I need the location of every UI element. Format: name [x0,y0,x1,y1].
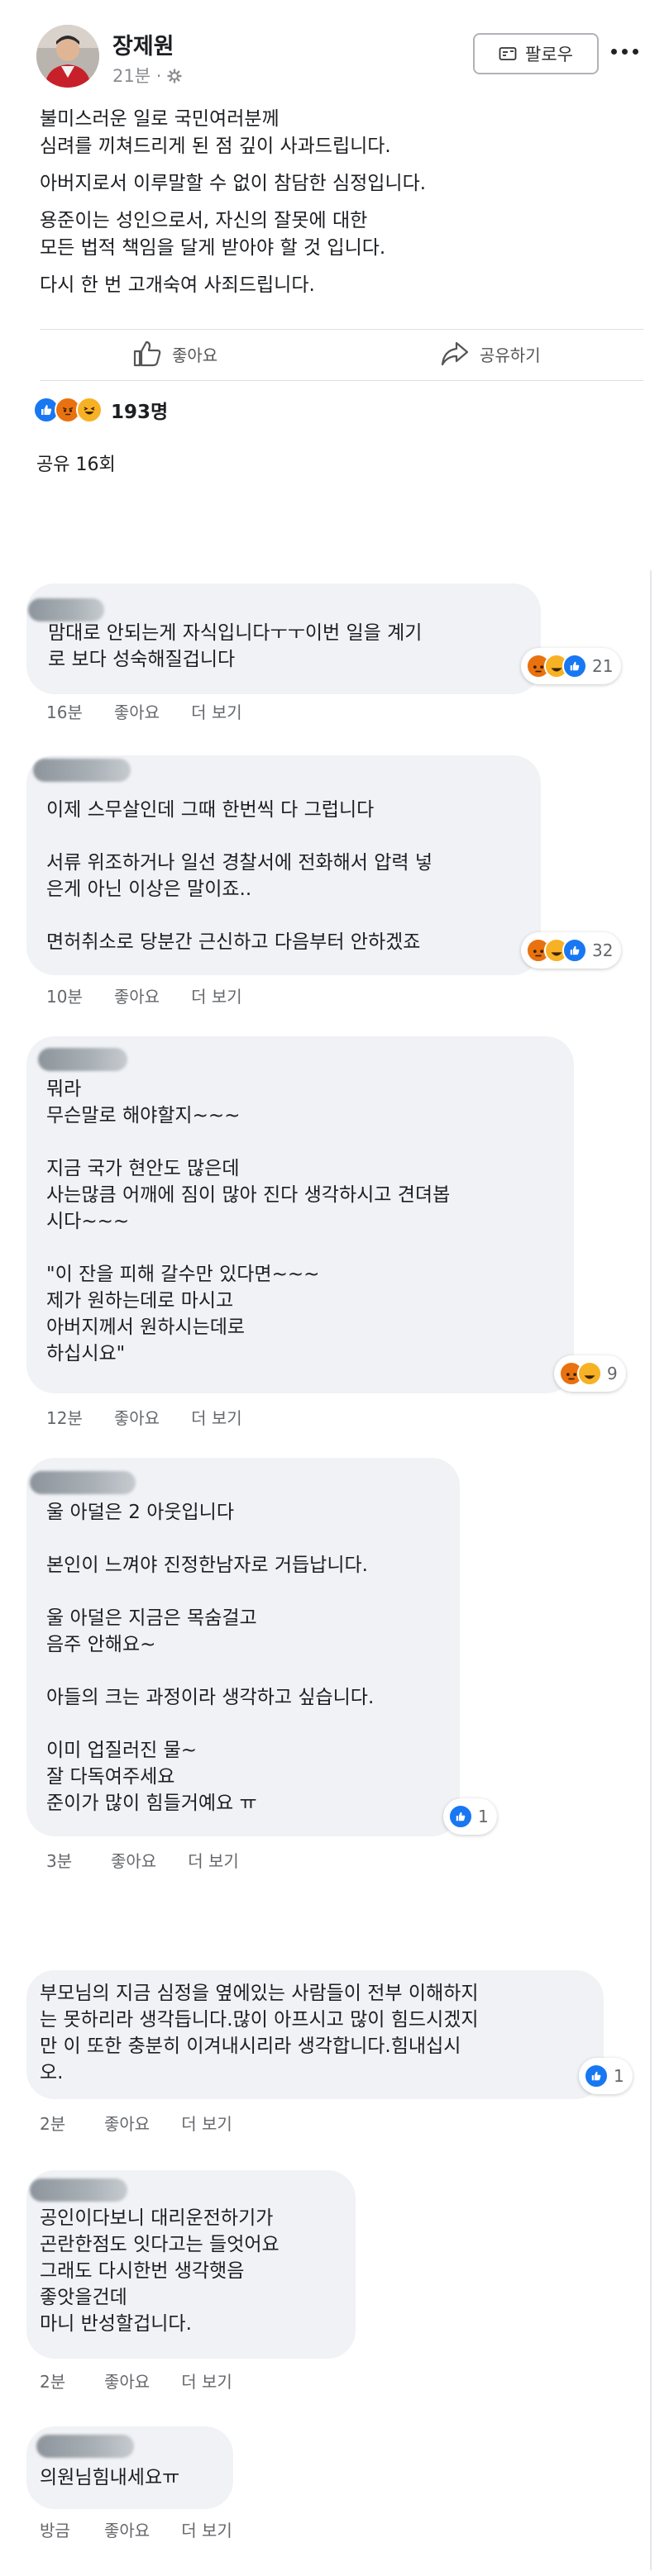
comment-text: 의원님힘내세요ㅠ [40,2467,180,2488]
comment-more-button[interactable]: 더 보기 [191,1405,242,1429]
reaction-count: 1 [478,1807,489,1826]
share-count[interactable]: 공유 16회 [36,450,116,476]
follow-label: 팔로우 [525,45,573,64]
share-button[interactable]: 공유하기 [440,329,541,379]
reaction-count: 193명 [111,402,169,423]
thumbs-up-icon [133,340,161,367]
share-label: 공유하기 [480,345,541,365]
comment-more-button[interactable]: 더 보기 [191,699,242,723]
comment-age[interactable]: 3분 [46,1848,79,1872]
comment-text: 울 아덜은 2 아웃입니다 본인이 느껴야 진정한남자로 거듭납니다. 울 아덜… [46,1502,375,1814]
divider [40,380,643,381]
like-reaction-icon [584,2064,609,2088]
post-time[interactable]: 21분 · [112,66,167,86]
comment-reactions[interactable]: 32 [521,932,622,969]
comment-age[interactable]: 2분 [40,2111,73,2135]
comment-like-button[interactable]: 좋아요 [111,1848,156,1872]
divider [40,329,643,330]
comment-age[interactable]: 16분 [46,699,83,723]
reaction-count: 32 [592,940,614,960]
follow-button[interactable]: 팔로우 [473,33,599,74]
comment-age[interactable]: 10분 [46,983,83,1007]
comment-text: 뭐라 무슨말로 해야할지~~~ 지금 국가 현안도 많은데 사는많큼 어깨에 짐… [46,1078,451,1364]
comment-reactions[interactable]: 1 [443,1798,497,1835]
like-label: 좋아요 [172,345,218,365]
comment-actions: 2분 좋아요 더 보기 [40,2369,232,2393]
comment-age[interactable]: 12분 [46,1405,83,1429]
commenter-name-redacted[interactable] [28,598,104,621]
comment-like-button[interactable]: 좋아요 [104,2369,150,2393]
share-icon [441,341,469,366]
thread-divider [650,570,652,2570]
post-paragraph: 용준이는 성인으로서, 자신의 잘못에 대한 모든 법적 책임을 달게 받아야 … [40,210,386,259]
comment-like-button[interactable]: 좋아요 [114,1405,160,1429]
commenter-name-redacted[interactable] [30,2178,127,2202]
post-paragraph: 불미스러운 일로 국민여러분께 심려를 끼쳐드리게 된 점 깊이 사과드립니다. [40,108,391,157]
comment-reactions[interactable]: 9 [554,1355,626,1392]
comment-actions: 10분 좋아요 더 보기 [46,983,242,1007]
reactions-summary[interactable]: 193명 [33,392,168,428]
like-reaction-icon [562,654,587,679]
comment-actions: 3분 좋아요 더 보기 [46,1848,239,1872]
avatar-photo [36,25,99,88]
reaction-count: 21 [592,656,614,676]
comment-actions: 2분 좋아요 더 보기 [40,2111,232,2135]
like-button[interactable]: 좋아요 [132,329,217,379]
comment-reactions[interactable]: 21 [521,648,622,684]
comment-actions: 16분 좋아요 더 보기 [46,699,242,723]
author-name[interactable]: 장제원 [112,28,174,60]
post-paragraph: 다시 한 번 고개숙여 사죄드립니다. [40,274,315,296]
post-paragraph: 아버지로서 이루말할 수 없이 참담한 심정입니다. [40,173,427,194]
comment-text: 이제 스무살인데 그때 한번씩 다 그럽니다 서류 위조하거나 일선 경찰서에 … [46,799,433,953]
comment-like-button[interactable]: 좋아요 [104,2517,150,2541]
like-reaction-icon [448,1804,473,1829]
comment-actions: 12분 좋아요 더 보기 [46,1405,242,1429]
comment-age[interactable]: 2분 [40,2369,73,2393]
haha-reaction-icon [577,1361,602,1386]
comment-text: 부모님의 지금 심정을 옆에있는 사람들이 전부 이해하지 는 못하리라 생각듭… [40,1983,479,2083]
post-meta: 21분 · [112,63,182,88]
audience-settings-icon [167,69,182,83]
comment-like-button[interactable]: 좋아요 [104,2111,150,2135]
reaction-count: 1 [614,2066,624,2086]
comment-more-button[interactable]: 더 보기 [181,2111,232,2135]
comment-more-button[interactable]: 더 보기 [181,2517,232,2541]
commenter-name-redacted[interactable] [36,2435,134,2458]
like-reaction-icon [562,938,587,963]
haha-reaction-icon [76,397,103,423]
comment-more-button[interactable]: 더 보기 [181,2369,232,2393]
comment-more-button[interactable]: 더 보기 [191,983,242,1007]
comment-like-button[interactable]: 좋아요 [114,699,160,723]
reaction-count: 9 [607,1364,618,1383]
comment-more-button[interactable]: 더 보기 [188,1848,239,1872]
follow-icon [499,47,517,60]
author-avatar[interactable] [36,25,99,88]
comment-text: 맘대로 안되는게 자식입니다ㅜㅜ이번 일을 계기 로 보다 성숙해질겁니다 [48,622,423,670]
comment-like-button[interactable]: 좋아요 [114,983,160,1007]
commenter-name-redacted[interactable] [33,759,131,782]
comment-actions: 방금 좋아요 더 보기 [40,2517,232,2541]
post-text: 불미스러운 일로 국민여러분께 심려를 끼쳐드리게 된 점 깊이 사과드립니다.… [40,106,635,309]
commenter-name-redacted[interactable] [30,1471,136,1494]
comment-text: 공인이다보니 대리운전하기가 곤란한점도 잇다고는 들엇어요 그래도 다시한번 … [40,2207,280,2335]
commenter-name-redacted[interactable] [38,1048,127,1071]
comment-age[interactable]: 방금 [40,2517,73,2541]
more-options-icon[interactable] [604,35,645,68]
comment-reactions[interactable]: 1 [579,2058,633,2094]
